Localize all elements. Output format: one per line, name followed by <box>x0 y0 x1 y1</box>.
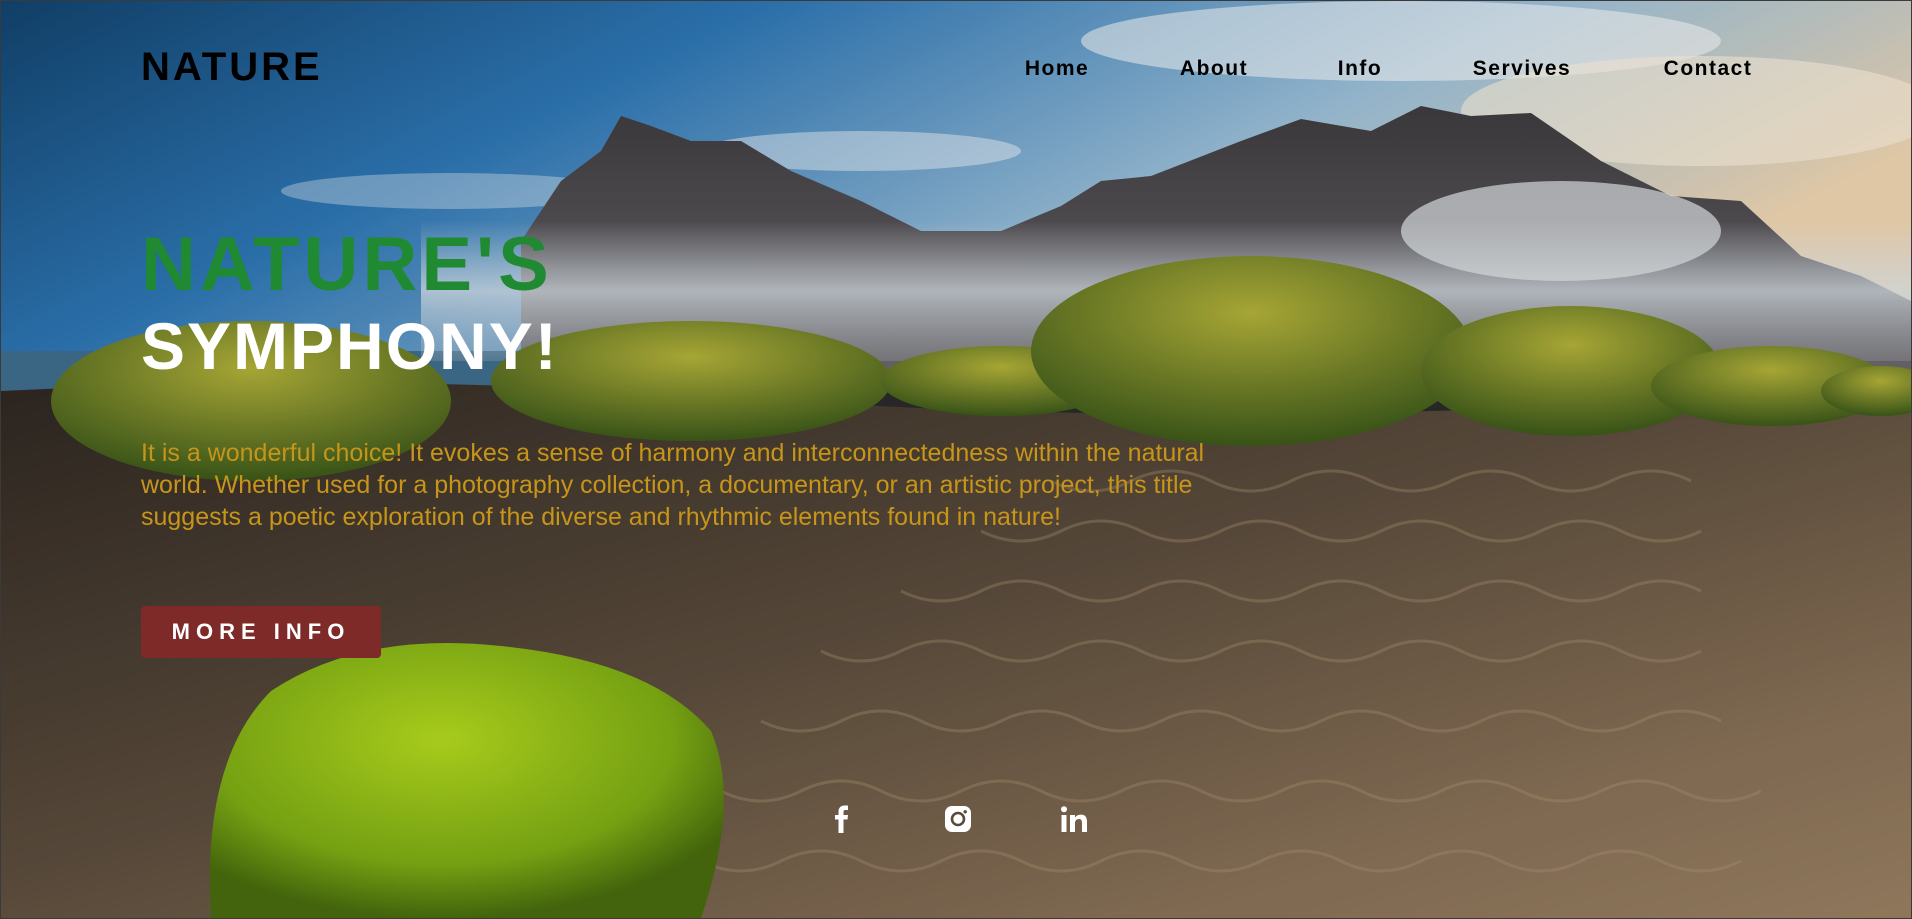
more-info-button[interactable]: MORE INFO <box>141 606 381 658</box>
nav-link-contact[interactable]: Contact <box>1664 57 1753 81</box>
nav-link-services[interactable]: Servives <box>1473 57 1571 81</box>
nav-link-about[interactable]: About <box>1180 57 1248 81</box>
facebook-icon <box>835 805 848 833</box>
hero-description: It is a wonderful choice! It evokes a se… <box>141 439 1205 531</box>
linkedin-icon <box>1061 806 1087 832</box>
hero-title-line2: SYMPHONY! <box>141 309 559 383</box>
hero-title-line1: NATURE'S <box>141 222 553 307</box>
linkedin-link[interactable] <box>1057 801 1091 837</box>
landing-page: NATURE Home About Info Servives Contact … <box>0 0 1912 919</box>
facebook-link[interactable] <box>825 801 859 837</box>
nav-link-home[interactable]: Home <box>1025 57 1089 81</box>
main-nav: Home About Info Servives Contact <box>1 57 1911 87</box>
instagram-icon <box>945 806 971 832</box>
instagram-link[interactable] <box>941 801 975 837</box>
nav-link-info[interactable]: Info <box>1338 57 1382 81</box>
